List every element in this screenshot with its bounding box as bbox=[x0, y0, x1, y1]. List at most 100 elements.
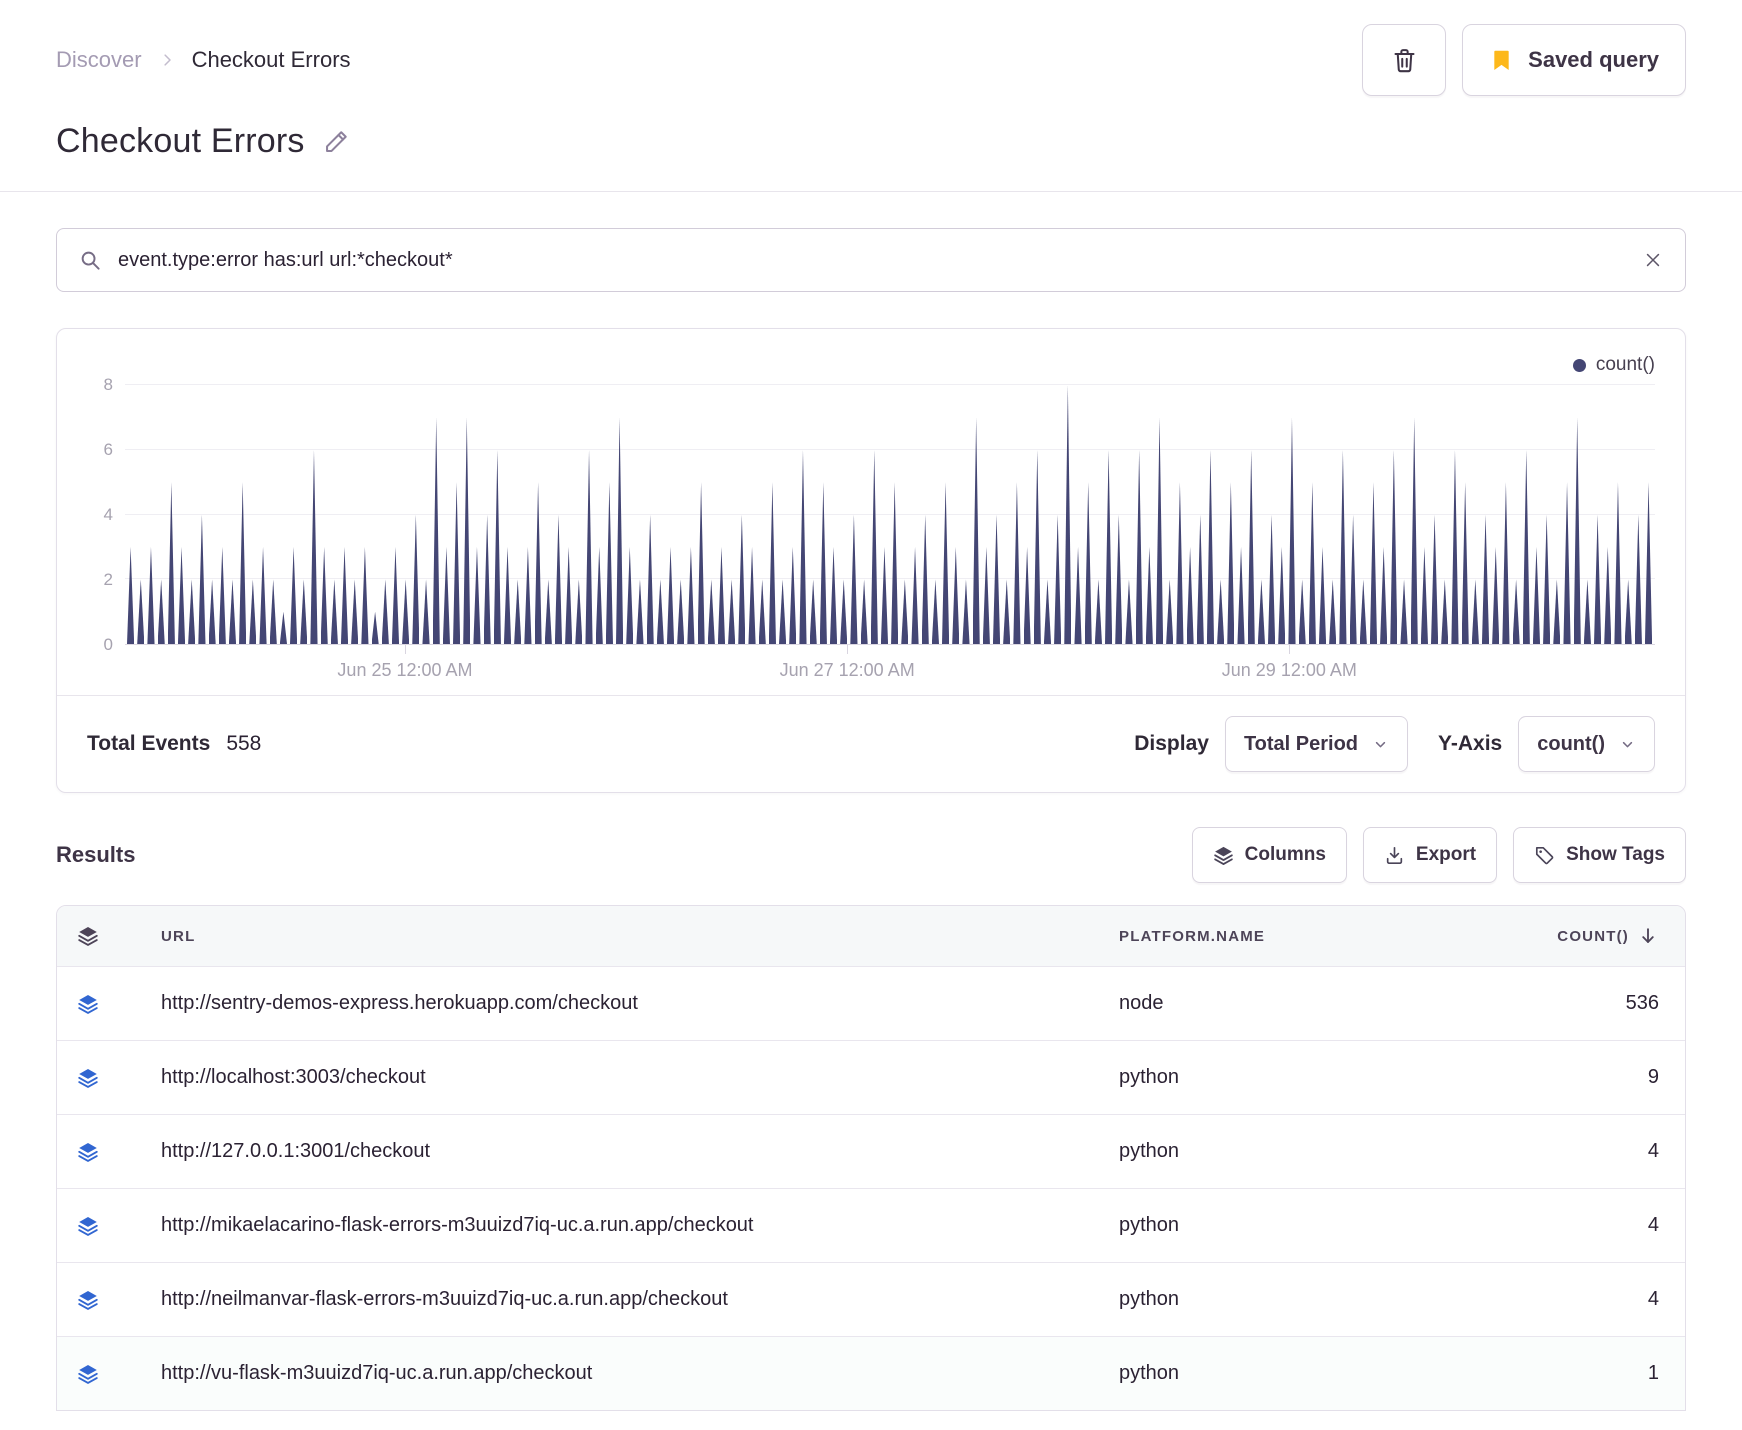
chart-legend[interactable]: count() bbox=[87, 353, 1655, 377]
breadcrumb-discover[interactable]: Discover bbox=[56, 47, 142, 73]
table-row[interactable]: http://vu-flask-m3uuizd7iq-uc.a.run.app/… bbox=[57, 1336, 1685, 1410]
platform-cell: python bbox=[1119, 1214, 1180, 1236]
url-cell[interactable]: http://127.0.0.1:3001/checkout bbox=[133, 1140, 1119, 1163]
y-axis-label: 8 bbox=[103, 375, 113, 394]
chart-bar bbox=[1502, 482, 1510, 644]
chart-bar bbox=[554, 514, 563, 644]
chart-bar bbox=[1278, 546, 1286, 644]
table-row[interactable]: http://localhost:3003/checkout python 9 bbox=[57, 1040, 1685, 1114]
layers-icon bbox=[77, 1363, 99, 1385]
divider bbox=[0, 191, 1742, 192]
row-icon-cell bbox=[77, 1141, 133, 1163]
chart-bar bbox=[819, 482, 827, 644]
url-cell[interactable]: http://localhost:3003/checkout bbox=[133, 1066, 1119, 1089]
chart-bar bbox=[575, 579, 583, 644]
display-select[interactable]: Total Period bbox=[1224, 716, 1409, 772]
chart-bar bbox=[432, 417, 440, 644]
chart-bar bbox=[748, 546, 756, 644]
chart-bar bbox=[891, 482, 899, 644]
table-row[interactable]: http://sentry-demos-express.herokuapp.co… bbox=[57, 966, 1685, 1040]
gridline bbox=[125, 513, 1655, 515]
chart-bar bbox=[524, 546, 532, 644]
chart-bar bbox=[728, 579, 736, 644]
chart-bar bbox=[1329, 579, 1337, 644]
url-cell[interactable]: http://neilmanvar-flask-errors-m3uuizd7i… bbox=[133, 1288, 1119, 1311]
chart-plot[interactable] bbox=[125, 384, 1655, 645]
delete-query-button[interactable] bbox=[1362, 24, 1447, 96]
pencil-icon[interactable] bbox=[323, 128, 350, 155]
chart-bar bbox=[1013, 482, 1021, 644]
chart-bar bbox=[1288, 417, 1296, 644]
url-cell[interactable]: http://vu-flask-m3uuizd7iq-uc.a.run.app/… bbox=[133, 1362, 1119, 1385]
column-header-count[interactable]: COUNT() bbox=[1449, 925, 1659, 947]
export-button[interactable]: Export bbox=[1362, 827, 1498, 883]
chart-bar bbox=[1268, 514, 1276, 644]
chart-bar bbox=[921, 514, 929, 644]
chart-bar bbox=[1420, 546, 1428, 644]
chart-bar bbox=[544, 579, 552, 644]
chart-bar bbox=[697, 482, 705, 644]
chart-bar bbox=[503, 546, 512, 644]
count-cell: 4 bbox=[1647, 1214, 1659, 1236]
chart-bar bbox=[249, 579, 257, 644]
chart-bar bbox=[1084, 482, 1092, 644]
column-header-platform[interactable]: PLATFORM.NAME bbox=[1119, 928, 1449, 945]
tag-icon bbox=[1534, 845, 1555, 866]
chart-bar bbox=[239, 482, 247, 644]
chart-bar bbox=[493, 449, 501, 644]
table-row[interactable]: http://mikaelacarino-flask-errors-m3uuiz… bbox=[57, 1188, 1685, 1262]
chart-bar bbox=[605, 482, 613, 644]
search-bar bbox=[56, 228, 1686, 292]
chart-bar bbox=[351, 579, 359, 644]
url-cell[interactable]: http://sentry-demos-express.herokuapp.co… bbox=[133, 992, 1119, 1015]
show-tags-button[interactable]: Show Tags bbox=[1513, 827, 1686, 883]
chart-bar bbox=[799, 449, 807, 644]
chart-bar bbox=[1125, 579, 1133, 644]
chart-bar bbox=[1553, 579, 1561, 644]
chart-bar bbox=[1461, 482, 1469, 644]
row-icon-cell bbox=[77, 1289, 133, 1311]
show-tags-button-label: Show Tags bbox=[1566, 844, 1665, 865]
search-input[interactable] bbox=[118, 248, 1627, 272]
columns-button[interactable]: Columns bbox=[1191, 827, 1347, 883]
trash-icon bbox=[1391, 47, 1418, 74]
chart-bar bbox=[463, 417, 471, 644]
chart-bar bbox=[320, 546, 328, 644]
chart-bar bbox=[1054, 514, 1062, 644]
table-row[interactable]: http://neilmanvar-flask-errors-m3uuizd7i… bbox=[57, 1262, 1685, 1336]
column-header-url[interactable]: URL bbox=[133, 928, 1119, 945]
display-label: Display bbox=[1134, 732, 1209, 755]
x-axis-tick bbox=[1289, 645, 1291, 654]
chart-bar bbox=[218, 546, 226, 644]
row-icon-cell bbox=[77, 993, 133, 1015]
chart-bar bbox=[1166, 579, 1174, 644]
chart-bar bbox=[1176, 482, 1184, 644]
header-bar: Discover Checkout Errors Saved query bbox=[56, 24, 1686, 96]
chart-bar bbox=[992, 514, 1001, 644]
chart-bar bbox=[310, 449, 318, 644]
y-axis-select[interactable]: count() bbox=[1518, 716, 1655, 772]
chart-bar bbox=[1644, 482, 1653, 644]
chart-bar bbox=[279, 611, 287, 644]
chart-bar bbox=[687, 546, 695, 644]
gridline bbox=[125, 384, 1655, 385]
table-row[interactable]: http://127.0.0.1:3001/checkout python 4 bbox=[57, 1114, 1685, 1188]
y-axis-label: 4 bbox=[103, 505, 113, 524]
legend-label: count() bbox=[1595, 354, 1655, 375]
url-cell[interactable]: http://mikaelacarino-flask-errors-m3uuiz… bbox=[133, 1214, 1119, 1237]
saved-query-label: Saved query bbox=[1528, 47, 1659, 72]
chart-bar bbox=[656, 579, 664, 644]
title-row: Checkout Errors bbox=[56, 122, 1686, 161]
chart-bar bbox=[962, 579, 970, 644]
platform-cell: python bbox=[1119, 1140, 1180, 1162]
header-actions: Saved query bbox=[1362, 24, 1686, 96]
count-cell: 9 bbox=[1647, 1066, 1659, 1088]
close-icon[interactable] bbox=[1643, 250, 1663, 270]
chart-bar bbox=[829, 546, 838, 644]
chart-bar bbox=[1522, 449, 1530, 644]
chart-bar bbox=[1369, 482, 1378, 644]
y-axis-label: 6 bbox=[103, 440, 113, 459]
chart-bar bbox=[1186, 546, 1194, 644]
saved-query-button[interactable]: Saved query bbox=[1462, 24, 1686, 96]
chart-bar bbox=[1359, 579, 1367, 644]
